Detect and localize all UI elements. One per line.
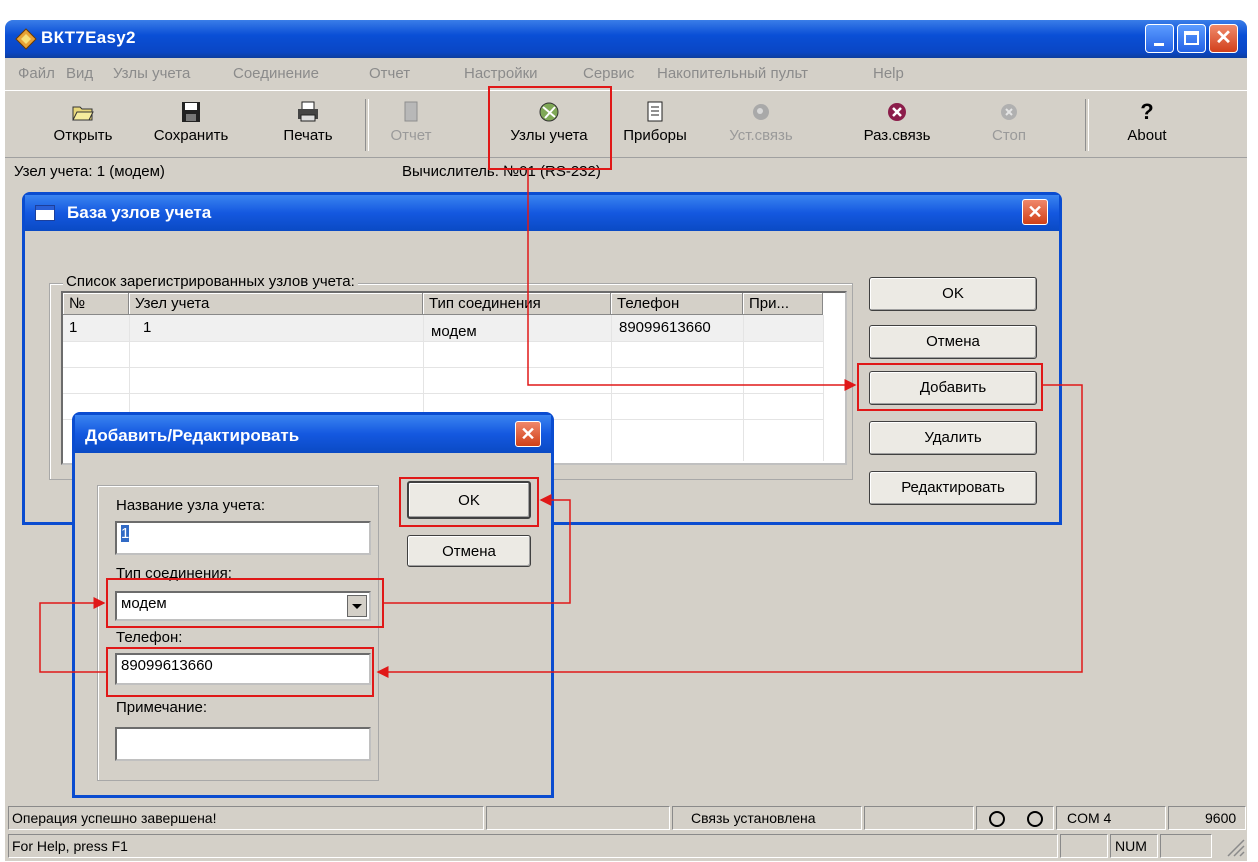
annotation-arrows — [39, 170, 1083, 678]
